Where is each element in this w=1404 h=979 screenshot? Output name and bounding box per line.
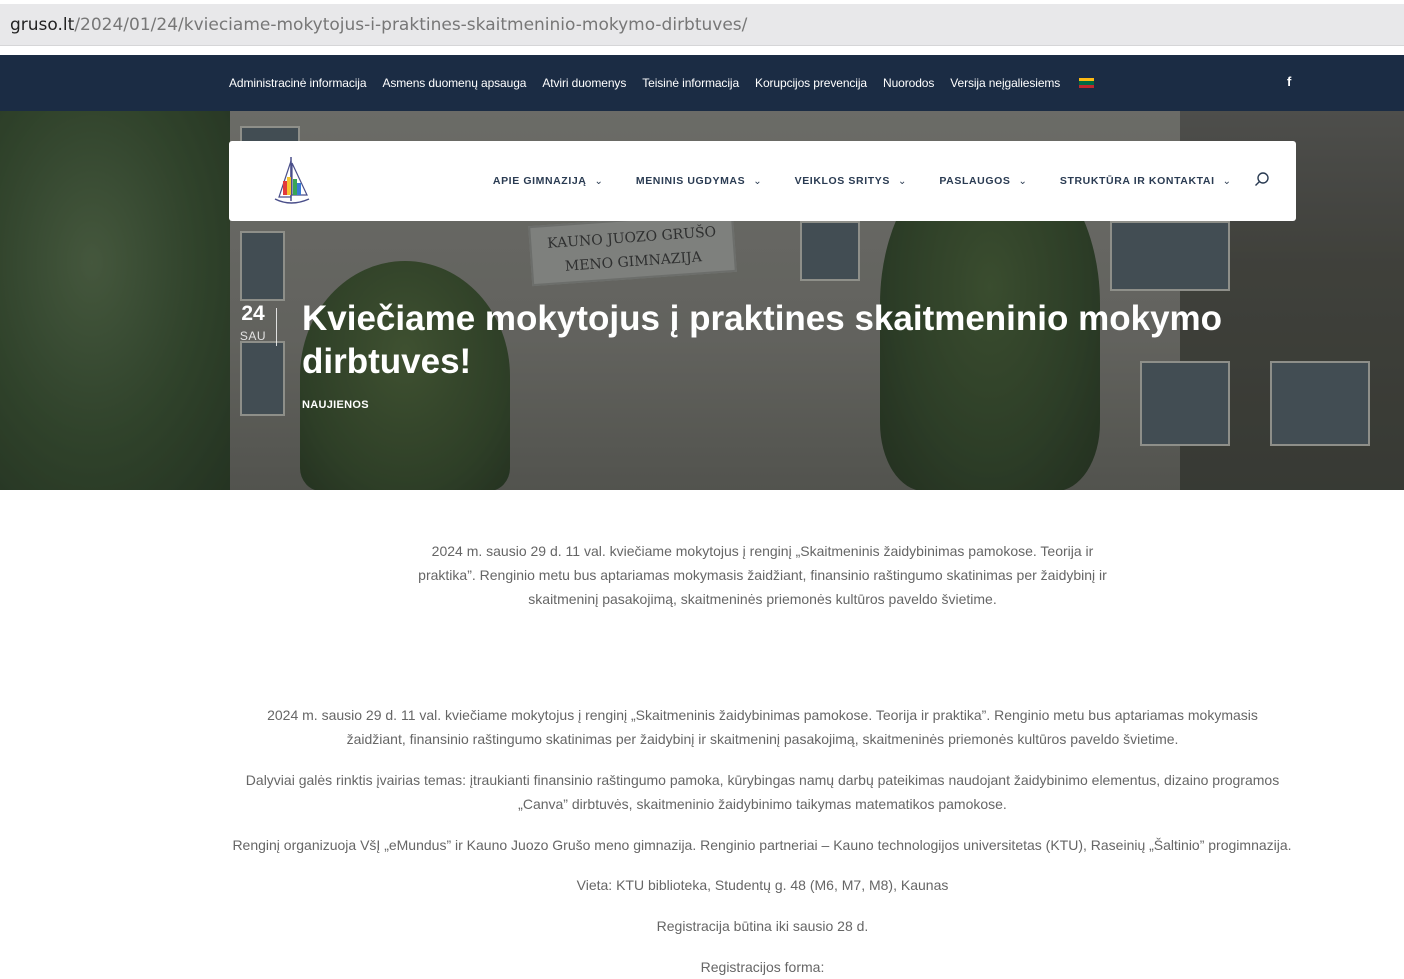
post-date-day: 24 xyxy=(241,302,265,325)
facebook-icon[interactable]: f xyxy=(1287,74,1291,89)
article-paragraph-5: Registracija būtina iki sausio 28 d. xyxy=(656,918,869,934)
link-korupcijos-prevencija[interactable]: Korupcijos prevencija xyxy=(755,76,867,90)
main-menu: APIE GIMNAZIJĄ ⌄ MENINIS UGDYMAS ⌄ VEIKL… xyxy=(493,141,1231,221)
lithuanian-flag-icon[interactable] xyxy=(1079,78,1095,88)
chevron-down-icon: ⌄ xyxy=(753,175,762,187)
nav-label: MENINIS UGDYMAS xyxy=(635,175,746,187)
utility-links: Administracinė informacija Asmens duomen… xyxy=(229,55,1095,111)
nav-label: APIE GIMNAZIJĄ xyxy=(492,175,587,187)
link-asmens-duomenu-apsauga[interactable]: Asmens duomenų apsauga xyxy=(382,76,526,90)
article-paragraph-2: Dalyviai galės rinktis įvairias temas: į… xyxy=(245,772,1280,812)
url-path: /2024/01/24/kvieciame-mokytojus-i-prakti… xyxy=(74,14,748,35)
nav-struktura-ir-kontaktai[interactable]: STRUKTŪRA IR KONTAKTAI ⌄ xyxy=(1060,175,1231,187)
post-date: 24 SAU xyxy=(229,302,277,343)
school-logo-icon[interactable] xyxy=(271,151,313,211)
article-paragraph-4: Vieta: KTU biblioteka, Studentų g. 48 (M… xyxy=(576,877,949,893)
chevron-down-icon: ⌄ xyxy=(1222,175,1231,187)
post-date-month: SAU xyxy=(239,329,267,343)
nav-meninis-ugdymas[interactable]: MENINIS UGDYMAS ⌄ xyxy=(636,175,762,187)
link-atviri-duomenys[interactable]: Atviri duomenys xyxy=(542,76,626,90)
chevron-down-icon: ⌄ xyxy=(897,175,907,187)
chevron-down-icon: ⌄ xyxy=(594,175,603,187)
link-nuorodos[interactable]: Nuorodos xyxy=(883,76,934,90)
date-divider xyxy=(276,308,277,346)
link-administracine-informacija[interactable]: Administracinė informacija xyxy=(229,76,367,90)
nav-apie-gimnazija[interactable]: APIE GIMNAZIJĄ ⌄ xyxy=(493,175,603,187)
search-icon[interactable] xyxy=(1254,171,1270,187)
article-paragraph-3: Renginį organizuoja VšĮ „eMundus” ir Kau… xyxy=(232,837,1292,853)
address-bar[interactable]: gruso.lt/2024/01/24/kvieciame-mokytojus-… xyxy=(0,4,1404,46)
nav-label: PASLAUGOS xyxy=(939,175,1011,187)
post-title: Kviečiame mokytojus į praktines skaitmen… xyxy=(302,299,1223,381)
link-teisine-informacija[interactable]: Teisinė informacija xyxy=(642,76,739,90)
nav-label: STRUKTŪRA IR KONTAKTAI xyxy=(1059,175,1215,187)
main-navigation: APIE GIMNAZIJĄ ⌄ MENINIS UGDYMAS ⌄ VEIKL… xyxy=(229,141,1296,221)
nav-paslaugos[interactable]: PASLAUGOS ⌄ xyxy=(939,175,1027,187)
nav-label: VEIKLOS SRITYS xyxy=(794,175,890,187)
nav-veiklos-sritys[interactable]: VEIKLOS SRITYS ⌄ xyxy=(795,175,907,187)
article-paragraph-1: 2024 m. sausio 29 d. 11 val. kviečiame m… xyxy=(267,707,1258,747)
article-intro: 2024 m. sausio 29 d. 11 val. kviečiame m… xyxy=(418,543,1107,607)
post-category-link[interactable]: NAUJIENOS xyxy=(302,399,369,411)
article-paragraph-6: Registracijos forma: xyxy=(700,959,825,975)
link-versija-neigaliesiems[interactable]: Versija neįgaliesiems xyxy=(950,76,1060,90)
chevron-down-icon: ⌄ xyxy=(1018,175,1027,187)
top-utility-bar: Administracinė informacija Asmens duomen… xyxy=(0,55,1404,111)
url-domain: gruso.lt xyxy=(10,14,75,35)
